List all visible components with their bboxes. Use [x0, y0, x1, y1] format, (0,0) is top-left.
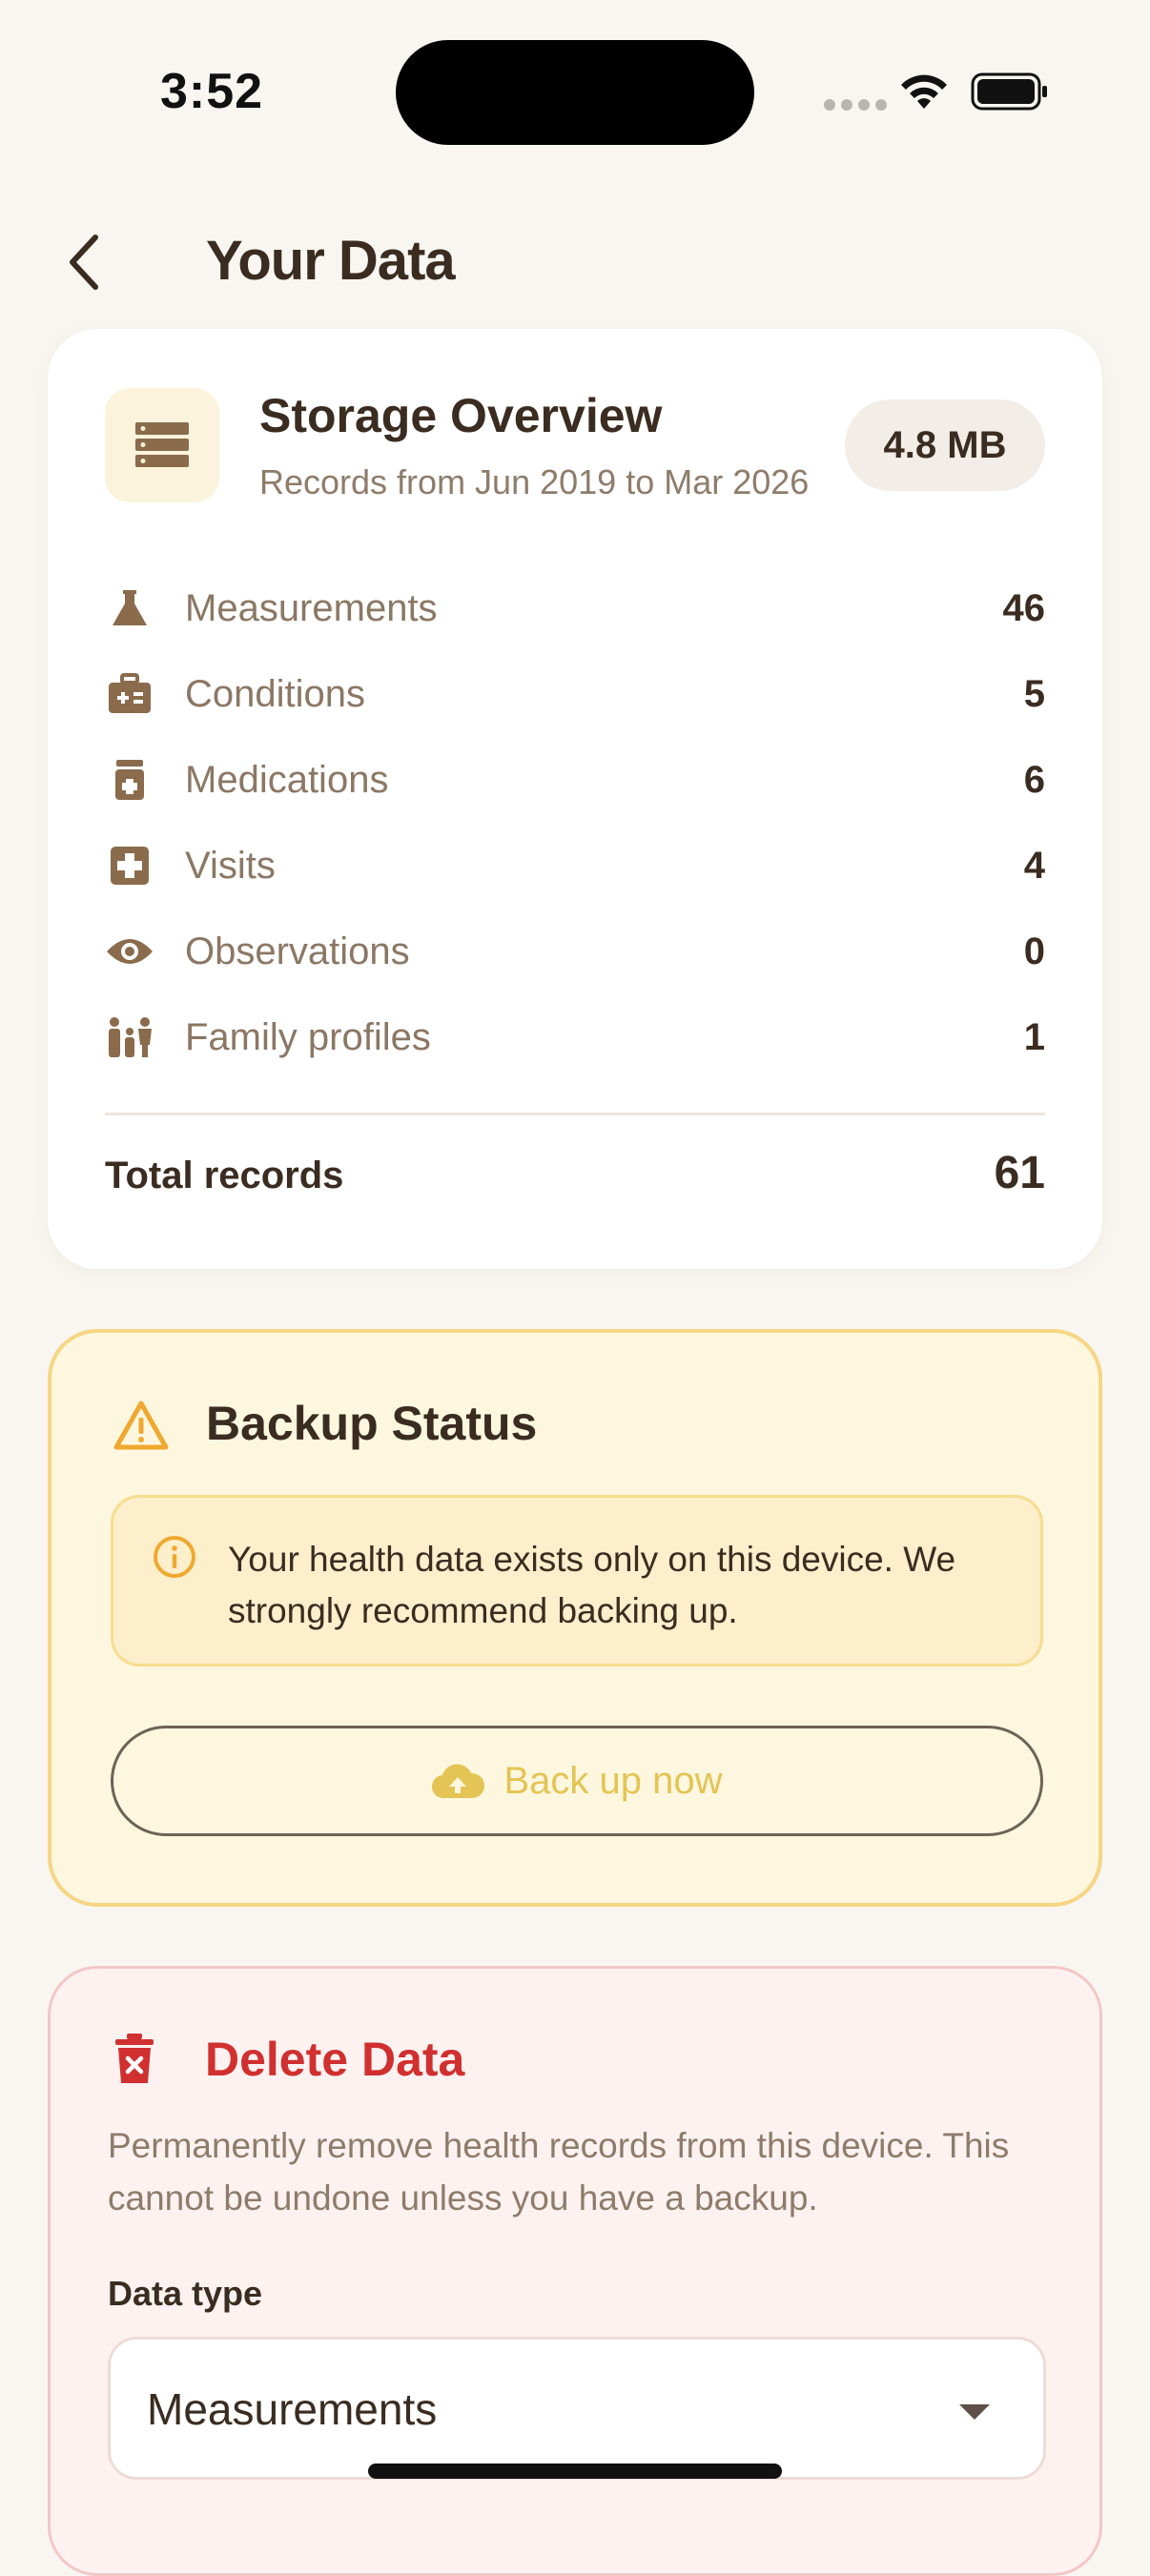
record-label: Medications: [185, 758, 389, 801]
record-row-observations: Observations 0: [105, 909, 1045, 994]
total-records-label: Total records: [105, 1155, 344, 1196]
home-indicator[interactable]: [368, 2464, 782, 2479]
record-count: 5: [1023, 672, 1045, 715]
record-label: Conditions: [185, 672, 366, 715]
delete-description: Permanently remove health records from t…: [108, 2126, 1010, 2218]
page-title: Your Data: [206, 230, 456, 292]
total-records-value: 61: [994, 1148, 1045, 1198]
dynamic-island: [396, 40, 754, 145]
back-button[interactable]: [46, 219, 122, 305]
divider: [105, 1113, 1045, 1115]
backup-info-box: Your health data exists only on this dev…: [111, 1495, 1043, 1666]
medical-kit-icon: [105, 669, 154, 719]
record-row-measurements: Measurements 46: [105, 565, 1045, 651]
data-type-label: Data type: [108, 2274, 263, 2313]
record-label: Family profiles: [185, 1015, 431, 1058]
storage-size-badge: 4.8 MB: [845, 399, 1045, 491]
cloud-upload-icon: [432, 1764, 485, 1799]
info-icon: [154, 1536, 195, 1578]
backup-title: Backup Status: [206, 1397, 538, 1450]
back-up-now-label: Back up now: [503, 1759, 723, 1802]
storage-title: Storage Overview: [259, 389, 663, 442]
cellular-signal-icon: [824, 99, 887, 111]
data-type-select[interactable]: Measurements: [108, 2337, 1046, 2480]
warning-icon: [113, 1400, 169, 1450]
record-row-medications: Medications 6: [105, 737, 1045, 823]
delete-title: Delete Data: [205, 2033, 465, 2086]
record-row-visits: Visits 4: [105, 823, 1045, 909]
record-count: 0: [1023, 930, 1045, 972]
eye-icon: [105, 927, 154, 976]
family-icon: [105, 1012, 154, 1062]
trash-icon: [115, 2034, 154, 2083]
record-row-conditions: Conditions 5: [105, 651, 1045, 737]
medical-cross-icon: [105, 841, 154, 890]
backup-info-text: Your health data exists only on this dev…: [228, 1540, 956, 1630]
record-count: 46: [1002, 586, 1046, 629]
wifi-icon: [901, 74, 947, 109]
pill-bottle-icon: [105, 755, 154, 805]
status-bar: 3:52: [0, 0, 1150, 181]
record-count: 1: [1023, 1015, 1045, 1058]
record-row-family-profiles: Family profiles 1: [105, 994, 1045, 1080]
record-count: 6: [1023, 758, 1045, 801]
database-icon: [135, 422, 189, 467]
record-label: Visits: [185, 844, 276, 887]
battery-icon: [971, 72, 1047, 111]
chevron-left-icon: [70, 235, 98, 290]
dropdown-arrow-icon: [959, 2404, 990, 2420]
record-label: Measurements: [185, 586, 438, 629]
backup-status-card: Backup Status Your health data exists on…: [48, 1329, 1102, 1907]
back-up-now-button[interactable]: Back up now: [111, 1726, 1043, 1836]
flask-icon: [105, 583, 154, 633]
storage-date-range: Records from Jun 2019 to Mar 2026: [259, 462, 810, 501]
delete-data-card: Delete Data Permanently remove health re…: [48, 1966, 1102, 2576]
record-count: 4: [1023, 844, 1045, 887]
record-label: Observations: [185, 930, 410, 972]
storage-overview-card: Storage Overview Records from Jun 2019 t…: [48, 329, 1102, 1269]
storage-icon-box: [105, 388, 219, 502]
status-time: 3:52: [160, 64, 264, 119]
nav-bar: Your Data: [0, 200, 1150, 324]
data-type-selected-value: Measurements: [147, 2384, 438, 2434]
